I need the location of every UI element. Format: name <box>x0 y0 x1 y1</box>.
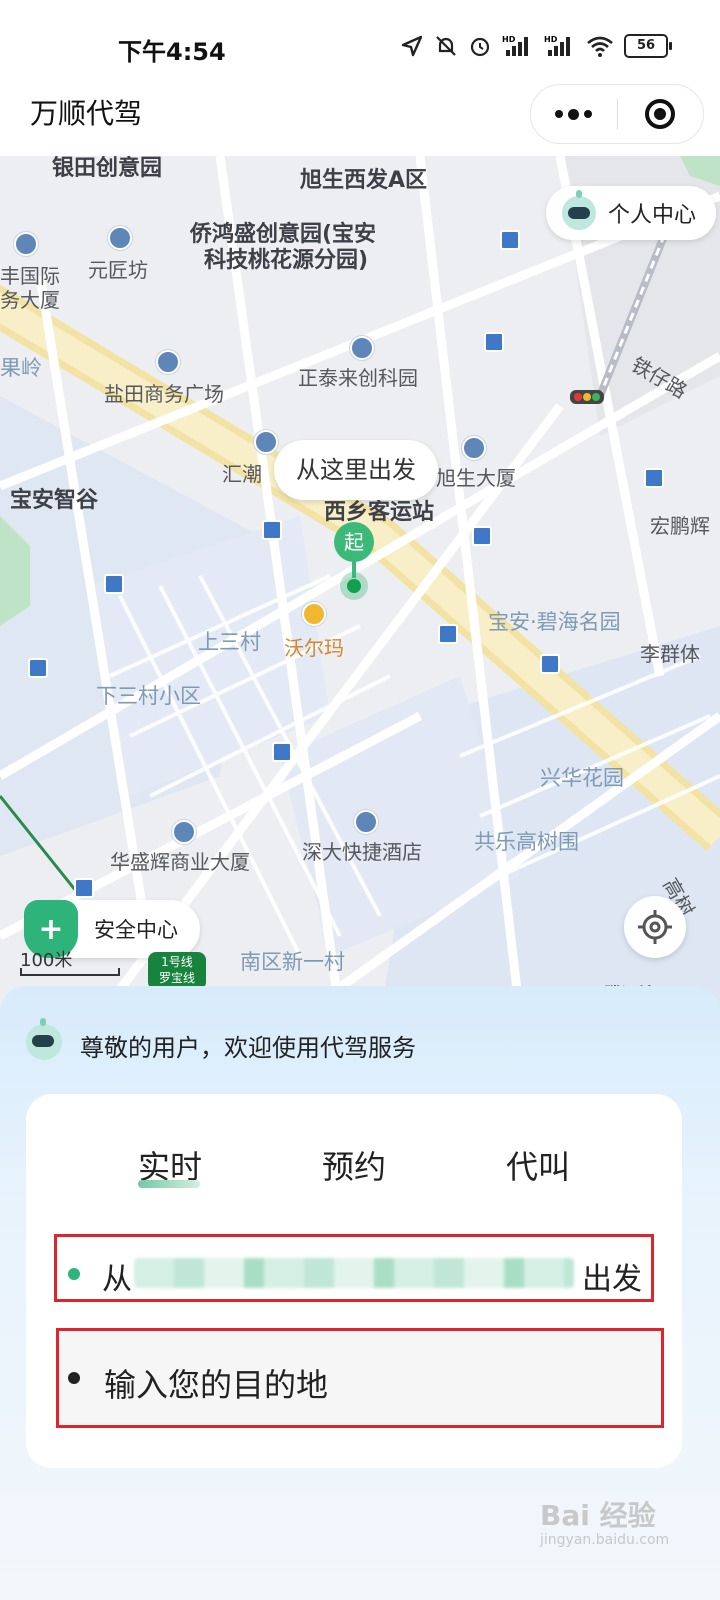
map-label: 果岭 <box>0 356 42 380</box>
map-scale-bar <box>20 968 120 976</box>
poi-pin-icon[interactable] <box>350 336 374 360</box>
more-dot-icon <box>584 110 593 118</box>
wifi-icon <box>587 36 613 57</box>
map-label: 正泰来创科园 <box>298 366 418 390</box>
close-miniprogram-button[interactable] <box>618 85 704 143</box>
pickup-prefix-label: 从 <box>102 1262 132 1297</box>
personal-center-label: 个人中心 <box>608 203 697 228</box>
crosshair-icon <box>638 910 672 944</box>
bus-stop-icon[interactable] <box>28 658 48 678</box>
map-label: 元匠坊 <box>88 258 148 282</box>
map-label: 共乐高树围 <box>474 830 579 854</box>
more-dot-icon <box>568 108 580 120</box>
start-marker: 起 <box>334 522 374 562</box>
tab-proxy-call[interactable]: 代叫 <box>506 1142 570 1188</box>
svg-text:HD: HD <box>544 35 558 44</box>
map-label: 旭生大厦 <box>436 466 516 490</box>
map-label: 沃尔玛 <box>284 636 344 660</box>
map-label: 华盛辉商业大厦 <box>110 850 250 874</box>
baidu-watermark: Bai 经验 <box>540 1499 656 1532</box>
map-label: 兴华花园 <box>540 766 624 790</box>
relocate-button[interactable] <box>624 896 686 958</box>
bus-stop-icon[interactable] <box>540 654 560 674</box>
location-icon <box>401 35 423 57</box>
signal-hd-1-icon: HD <box>502 35 528 56</box>
map-label: 银田创意园 <box>52 156 163 181</box>
bus-stop-icon[interactable] <box>500 230 520 250</box>
more-dot-icon <box>555 110 564 118</box>
personal-center-button[interactable]: 个人中心 <box>546 186 716 240</box>
robot-avatar-icon <box>562 190 596 230</box>
map-label: 盐田商务广场 <box>104 382 224 406</box>
signal-hd-2-icon: HD <box>544 35 570 56</box>
map-label: 深大快捷酒店 <box>302 840 422 864</box>
map-label: 李群体 <box>640 642 700 666</box>
mute-bell-icon <box>436 36 456 56</box>
target-circle-icon <box>645 99 676 129</box>
capsule-menu <box>530 84 704 144</box>
poi-pin-icon[interactable] <box>462 436 486 460</box>
pickup-suffix-label: 出发 <box>582 1262 642 1297</box>
bus-stop-icon[interactable] <box>472 526 492 546</box>
app-title: 万顺代驾 <box>30 97 143 130</box>
pickup-callout[interactable]: 从这里出发 <box>274 440 438 500</box>
map-label: 下三村小区 <box>96 684 201 708</box>
poi-pin-icon[interactable] <box>108 226 132 250</box>
map-label: 宝安·碧海名园 <box>488 610 621 634</box>
active-tab-indicator <box>138 1180 200 1188</box>
tab-reserve[interactable]: 预约 <box>322 1142 386 1188</box>
status-icons: HD HD 56 <box>400 34 672 58</box>
metro-line-badge: 1号线 罗宝线 <box>148 952 206 990</box>
map-label: 旭生西发A区 <box>300 168 428 193</box>
more-button[interactable] <box>531 85 617 143</box>
alarm-icon <box>470 37 490 57</box>
walmart-icon[interactable] <box>302 602 326 626</box>
poi-pin-icon[interactable] <box>254 430 278 454</box>
svg-text:HD: HD <box>502 35 516 44</box>
map-label: 科技桃花源分园) <box>204 248 369 273</box>
baidu-watermark-url: jingyan.baidu.com <box>540 1532 670 1548</box>
destination-dot-icon <box>68 1372 80 1384</box>
bus-stop-icon[interactable] <box>272 742 292 762</box>
poi-pin-icon[interactable] <box>14 232 38 256</box>
map-label: 务大厦 <box>0 288 60 312</box>
map-label: 宝安智谷 <box>10 488 99 513</box>
current-location-dot <box>340 572 368 600</box>
pickup-address-blurred <box>134 1258 574 1288</box>
map-label: 宏鹏辉 <box>650 514 710 538</box>
poi-pin-icon[interactable] <box>156 350 180 374</box>
bus-stop-icon[interactable] <box>644 468 664 488</box>
bus-stop-icon[interactable] <box>438 624 458 644</box>
battery-icon: 56 <box>624 34 672 58</box>
bus-stop-icon[interactable] <box>104 574 124 594</box>
pickup-dot-icon <box>68 1268 80 1280</box>
map-label: 上三村 <box>198 630 261 654</box>
robot-avatar-icon <box>26 1018 62 1060</box>
bus-stop-icon[interactable] <box>74 878 94 898</box>
map-label: 南区新一村 <box>240 950 345 974</box>
map-label: 汇潮 <box>222 462 262 486</box>
hotel-icon[interactable] <box>354 810 378 834</box>
safety-center-label: 安全中心 <box>94 918 178 942</box>
destination-placeholder: 输入您的目的地 <box>104 1366 329 1404</box>
welcome-message: 尊敬的用户，欢迎使用代驾服务 <box>80 1034 416 1062</box>
bus-stop-icon[interactable] <box>262 520 282 540</box>
poi-pin-icon[interactable] <box>172 820 196 844</box>
bus-stop-icon[interactable] <box>484 332 504 352</box>
status-time: 下午4:54 <box>118 38 226 66</box>
